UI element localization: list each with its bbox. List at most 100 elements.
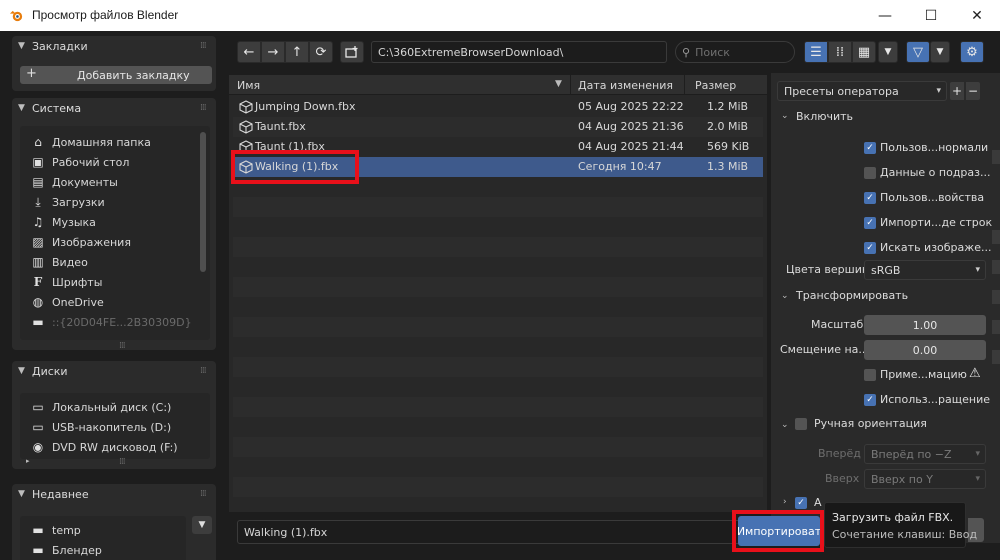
drag-grip-icon[interactable]: ⁞⁞⁞ [200, 489, 207, 499]
column-date[interactable]: Дата изменения [578, 79, 673, 92]
new-folder-icon[interactable] [340, 41, 364, 63]
minimize-button[interactable]: — [862, 0, 908, 31]
chevron-down-icon[interactable]: ⌄ [781, 291, 789, 301]
vertex-colors-dropdown[interactable]: sRGB ▾ [864, 260, 986, 280]
forward-arrow-icon[interactable]: → [261, 41, 285, 63]
include-checks: ✓ Пользов...нормали Данные о подраз... ✓ Пол… [864, 135, 994, 260]
checkbox[interactable]: ✓ [864, 393, 876, 406]
chevron-down-icon[interactable]: ▼ [18, 103, 25, 113]
nav-item[interactable]: ▤ Документы [30, 172, 200, 192]
sort-chevron-icon[interactable]: ▼ [555, 79, 562, 89]
refresh-icon[interactable]: ⟳ [309, 41, 333, 63]
include-option-label: Импорти...де строк [880, 216, 993, 229]
include-option-label: Пользов...войства [880, 191, 985, 204]
nav-item[interactable]: F Шрифты [30, 272, 200, 292]
drag-grip-icon[interactable]: ⁞⁞⁞ [200, 366, 207, 376]
bookmarks-title: Закладки [32, 40, 88, 53]
download-icon: ⤓ [35, 194, 41, 209]
manual-orientation-title[interactable]: Ручная ориентация [814, 417, 927, 430]
chevron-down-icon[interactable]: ▼ [18, 41, 25, 51]
partial-section-checkbox[interactable]: ✓ [795, 497, 807, 509]
nav-item[interactable]: ▬::{20D04FE...2B30309D} [30, 312, 200, 332]
top-toolbar: ← → ↑ ⟳ C:\360ExtremeBrowserDownload\ ⚲ … [229, 31, 1000, 73]
nav-item[interactable]: ◉ DVD RW дисковод (F:) [30, 437, 200, 457]
chevron-right-icon[interactable]: › [783, 497, 787, 507]
nav-item[interactable]: ◍ OneDrive [30, 292, 200, 312]
forward-axis-value: Вперёд по −Z [871, 447, 952, 461]
include-option-checkbox[interactable]: ✓ Пользов...нормали [864, 135, 994, 160]
include-option-checkbox[interactable]: ✓ Пользов...войства [864, 185, 994, 210]
up-axis-dropdown[interactable]: Вверх по Y ▾ [864, 469, 986, 489]
nav-item[interactable]: ▥ Видео [30, 252, 200, 272]
scrollbar[interactable] [200, 132, 206, 272]
include-option-checkbox[interactable]: ✓ Искать изображе... [864, 235, 994, 260]
nav-item[interactable]: ▬ temp [30, 520, 180, 540]
filename-field[interactable]: Walking (1).fbx [237, 520, 742, 544]
checkbox[interactable] [864, 166, 876, 179]
horizontal-list-view-icon[interactable]: ⁞⁞ [828, 41, 852, 63]
scale-field[interactable]: 1.00 [864, 315, 986, 335]
partial-section-title[interactable]: А [814, 496, 822, 509]
include-section-title[interactable]: Включить [796, 110, 853, 123]
path-field[interactable]: C:\360ExtremeBrowserDownload\ [371, 41, 667, 63]
recent-dropdown-button[interactable]: ▼ [192, 516, 212, 534]
vertical-list-view-icon[interactable]: ☰ [804, 41, 828, 63]
import-button[interactable]: Импортироват [738, 516, 820, 546]
search-input[interactable]: ⚲ Поиск [675, 41, 795, 63]
chevron-down-icon[interactable]: ▼ [18, 366, 25, 376]
nav-item[interactable]: ▨ Изображения [30, 232, 200, 252]
nav-item[interactable]: ▭ Локальный диск (C:) [30, 397, 200, 417]
filter-icon[interactable]: ▽ [906, 41, 930, 63]
include-option-checkbox[interactable]: ✓ Импорти...де строк [864, 210, 994, 235]
remove-preset-button[interactable]: − [965, 81, 981, 101]
tooltip: Загрузить файл FBX. Сочетание клавиш: Вв… [824, 502, 977, 548]
drag-grip-icon[interactable]: ⁞⁞⁞ [200, 103, 207, 113]
chevron-down-icon[interactable]: ▼ [18, 489, 25, 499]
file-row[interactable]: Jumping Down.fbx 05 Aug 2025 22:22 1.2 MiB [233, 97, 763, 117]
nav-item[interactable]: ▣ Рабочий стол [30, 152, 200, 172]
nav-item[interactable]: ▭ USB-накопитель (D:) [30, 417, 200, 437]
checkbox[interactable]: ✓ [864, 216, 876, 229]
display-settings-dropdown-icon[interactable]: ▼ [878, 41, 898, 63]
settings-gear-icon[interactable]: ⚙ [960, 41, 984, 63]
use-space-transform-checkbox[interactable]: ✓ Использ...ращение [864, 393, 990, 406]
filter-dropdown-icon[interactable]: ▼ [930, 41, 950, 63]
file-row[interactable]: Taunt.fbx 04 Aug 2025 21:36 2.0 MiB [233, 117, 763, 137]
row-stripe [233, 397, 763, 417]
maximize-button[interactable]: ☐ [908, 0, 954, 31]
nav-item[interactable]: ⌂ Домашняя папка [30, 132, 200, 152]
resize-grip-icon[interactable]: ⁞⁞⁞ [119, 341, 126, 351]
row-stripe [233, 437, 763, 457]
close-button[interactable]: ✕ [954, 0, 1000, 31]
nav-item[interactable]: ♫ Музыка [30, 212, 200, 232]
checkbox[interactable]: ✓ [864, 141, 876, 154]
include-option-label: Искать изображе... [880, 241, 992, 254]
expand-icon[interactable]: ▸ [26, 457, 30, 465]
manual-orientation-checkbox[interactable] [795, 418, 807, 430]
operator-presets-dropdown[interactable]: Пресеты оператора ▾ [777, 81, 947, 101]
checkbox[interactable] [864, 368, 876, 381]
checkbox[interactable]: ✓ [864, 241, 876, 254]
column-name[interactable]: Имя [237, 79, 260, 92]
add-preset-button[interactable]: + [949, 81, 965, 101]
resize-grip-icon[interactable]: ⁞⁞⁞ [119, 457, 126, 467]
file-size: 2.0 MiB [707, 120, 749, 133]
column-size[interactable]: Размер [695, 79, 736, 92]
chevron-down-icon[interactable]: ⌄ [781, 420, 789, 430]
apply-transform-checkbox[interactable]: Приме...мацию [864, 368, 967, 381]
thumbnails-view-icon[interactable]: ▦ [852, 41, 876, 63]
checkbox[interactable]: ✓ [864, 191, 876, 204]
parent-directory-icon[interactable]: ↑ [285, 41, 309, 63]
back-arrow-icon[interactable]: ← [237, 41, 261, 63]
usb-icon: ▭ [32, 420, 44, 434]
chevron-down-icon[interactable]: ⌄ [781, 111, 789, 121]
drag-grip-icon[interactable]: ⁞⁞⁞ [200, 41, 207, 51]
transform-section-title[interactable]: Трансформировать [796, 289, 908, 302]
offset-field[interactable]: 0.00 [864, 340, 986, 360]
include-option-checkbox[interactable]: Данные о подраз... [864, 160, 994, 185]
add-bookmark-button[interactable]: + Добавить закладку [20, 66, 212, 84]
desktop-icon: ▣ [32, 155, 44, 169]
nav-item[interactable]: ⤓ Загрузки [30, 192, 200, 212]
forward-axis-dropdown[interactable]: Вперёд по −Z ▾ [864, 444, 986, 464]
nav-item[interactable]: ▬ Блендер [30, 540, 180, 560]
